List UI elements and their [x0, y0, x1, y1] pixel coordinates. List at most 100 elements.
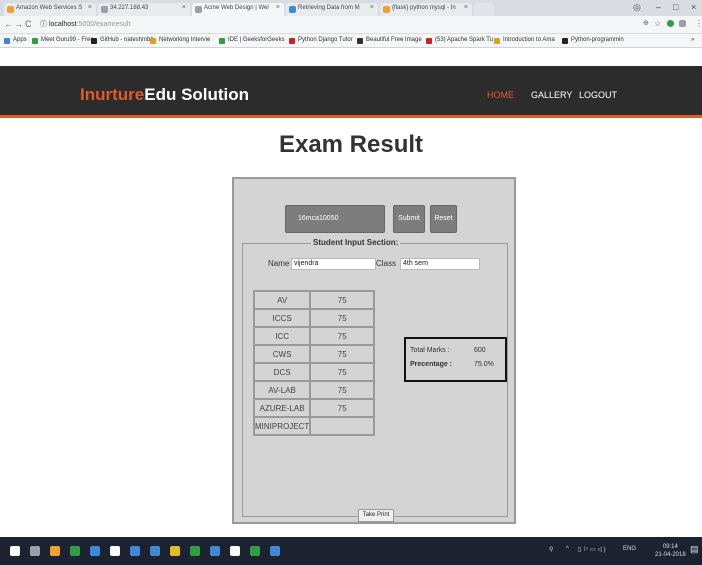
score-cell: 75 — [310, 363, 375, 381]
start-icon[interactable] — [10, 546, 20, 556]
app-icon[interactable] — [110, 546, 120, 556]
site-logo[interactable]: InurtureEdu Solution — [80, 85, 249, 105]
mail-icon[interactable] — [130, 546, 140, 556]
nav-home-link[interactable]: HOME — [487, 90, 514, 100]
extension-icon[interactable] — [667, 20, 674, 27]
search-icon[interactable] — [30, 546, 40, 556]
bookmark-item[interactable]: (53) Apache Spark Tu — [426, 37, 493, 44]
total-marks-row: Total Marks : 600 — [410, 347, 486, 354]
submit-button[interactable]: Submit — [393, 205, 425, 233]
reload-icon[interactable]: C — [25, 19, 32, 29]
student-input-section: Student Input Section: Name vijendra Cla… — [242, 238, 508, 517]
class-label: Class — [376, 259, 397, 268]
forward-icon[interactable]: → — [14, 19, 23, 29]
name-field[interactable]: vijendra — [291, 258, 376, 270]
result-panel: 16mca10050 Submit Reset Student Input Se… — [232, 177, 516, 524]
page-favicon-icon — [195, 6, 202, 13]
tray-icons[interactable]: ▯ ⚐ ▭ ◁ ) — [578, 546, 606, 553]
take-print-button[interactable]: Take Print — [358, 509, 394, 522]
windows-taskbar: ⚲ ^ ▯ ⚐ ▭ ◁ ) ENG 09:14 21-04-2018 ▤ — [0, 537, 702, 565]
bookmark-star-icon[interactable]: ☆ — [654, 19, 661, 28]
bookmark-item[interactable]: Networking Intervie — [150, 37, 211, 44]
percentage-label: Precentage : — [410, 361, 453, 368]
browser-tab-strip: Amazon Web Services S × 34.227.188.43 × … — [0, 0, 702, 16]
close-tab-icon[interactable]: × — [370, 4, 374, 11]
menu-icon[interactable]: ⋮ — [695, 19, 702, 28]
info-icon[interactable]: ⓘ — [40, 21, 49, 28]
logo-text: Edu Solution — [144, 85, 250, 104]
bookmark-label: IDE | GeeksforGeeks — [228, 37, 285, 43]
chrome-icon[interactable] — [70, 546, 80, 556]
bookmark-item[interactable]: Apps — [4, 37, 27, 44]
url-host: localhost — [48, 21, 77, 28]
reset-button[interactable]: Reset — [430, 205, 457, 233]
extension-icon[interactable] — [679, 20, 686, 27]
notification-icon[interactable]: ▤ — [690, 544, 699, 555]
bookmarks-bar: Apps Meet Guru99 - Free GitHub - nateshm… — [0, 34, 702, 48]
bookmark-item[interactable]: Python Django Tutor — [289, 37, 353, 44]
camera-icon — [357, 38, 363, 44]
store-icon[interactable] — [190, 546, 200, 556]
tab-label: Retrieving Data from M — [298, 5, 360, 11]
apps-icon — [4, 38, 10, 44]
marks-table: AV 75 ICCS 75 ICC 75 CWS 75 DCS 75 AV-LAB 75 AZURE-L… — [253, 290, 376, 436]
task-view-icon[interactable] — [50, 546, 60, 556]
language-indicator[interactable]: ENG — [623, 546, 636, 552]
file-explorer-icon[interactable] — [170, 546, 180, 556]
app-icon[interactable] — [270, 546, 280, 556]
close-tab-icon[interactable]: × — [88, 4, 92, 11]
dreamweaver-icon[interactable] — [210, 546, 220, 556]
zoom-icon[interactable]: ⊕ — [643, 19, 649, 27]
bookmark-item[interactable]: Beautiful Free Image — [357, 37, 422, 44]
ie-icon[interactable] — [150, 546, 160, 556]
browser-tab[interactable]: 34.227.188.43 × — [98, 3, 190, 16]
marks-row: CWS 75 — [254, 345, 375, 363]
bookmark-label: Meet Guru99 - Free — [41, 37, 94, 43]
new-tab-button[interactable] — [474, 3, 494, 16]
app-icon[interactable] — [230, 546, 240, 556]
back-icon[interactable]: ← — [4, 19, 13, 29]
bookmark-item[interactable]: IDE | GeeksforGeeks — [219, 37, 285, 44]
score-cell: 75 — [310, 309, 375, 327]
subject-cell: AZURE-LAB — [254, 399, 311, 417]
profile-icon[interactable]: ◎ — [633, 2, 641, 13]
tab-label: Acme Web Design | Wel — [204, 5, 269, 11]
maximize-icon[interactable]: □ — [673, 2, 678, 12]
nav-gallery-link[interactable]: GALLERY — [531, 90, 572, 100]
people-icon[interactable]: ⚲ — [549, 546, 553, 553]
browser-tab[interactable]: {flask} python mysql - In × — [380, 3, 472, 16]
total-marks-value: 600 — [474, 347, 486, 354]
bookmark-item[interactable]: Introduction to Ama — [494, 37, 555, 44]
more-bookmarks-icon[interactable]: » — [691, 37, 694, 43]
close-tab-icon[interactable]: × — [182, 4, 186, 11]
bookmark-item[interactable]: Python-programmin — [562, 37, 624, 44]
class-field[interactable]: 4th sem — [400, 258, 480, 270]
marks-row: ICCS 75 — [254, 309, 375, 327]
app-icon[interactable] — [90, 546, 100, 556]
clock-time: 09:14 — [662, 544, 678, 550]
close-tab-icon[interactable]: × — [276, 4, 280, 11]
youtube-icon — [289, 38, 295, 44]
bookmark-item[interactable]: GitHub - nateshmbh — [91, 37, 154, 44]
app-icon[interactable] — [250, 546, 260, 556]
bookmark-item[interactable]: Meet Guru99 - Free — [32, 37, 94, 44]
close-tab-icon[interactable]: × — [464, 4, 468, 11]
nav-logout-link[interactable]: LOGOUT — [579, 90, 617, 100]
tab-label: Amazon Web Services S — [16, 5, 83, 11]
subject-cell: ICCS — [254, 309, 311, 327]
total-marks-label: Total Marks : — [410, 347, 450, 354]
tray-chevron-icon[interactable]: ^ — [566, 546, 569, 552]
minimize-icon[interactable]: – — [656, 2, 661, 12]
url-field[interactable]: ⓘ localhost:5000/examresult — [40, 19, 130, 29]
browser-tab-active[interactable]: Acme Web Design | Wel × — [192, 3, 284, 16]
subject-cell: CWS — [254, 345, 311, 363]
address-bar: ← → C ⓘ localhost:5000/examresult ⊕ ☆ ⋮ — [0, 16, 702, 34]
roll-number-input[interactable]: 16mca10050 — [285, 205, 385, 233]
browser-tab[interactable]: Amazon Web Services S × — [4, 3, 96, 16]
close-window-icon[interactable]: × — [691, 2, 696, 12]
stackoverflow-favicon-icon — [383, 6, 390, 13]
score-cell: 75 — [310, 399, 375, 417]
browser-tab[interactable]: Retrieving Data from M × — [286, 3, 378, 16]
taskbar-clock[interactable]: 09:14 21-04-2018 — [655, 543, 686, 559]
bookmark-label: Networking Intervie — [159, 37, 211, 43]
